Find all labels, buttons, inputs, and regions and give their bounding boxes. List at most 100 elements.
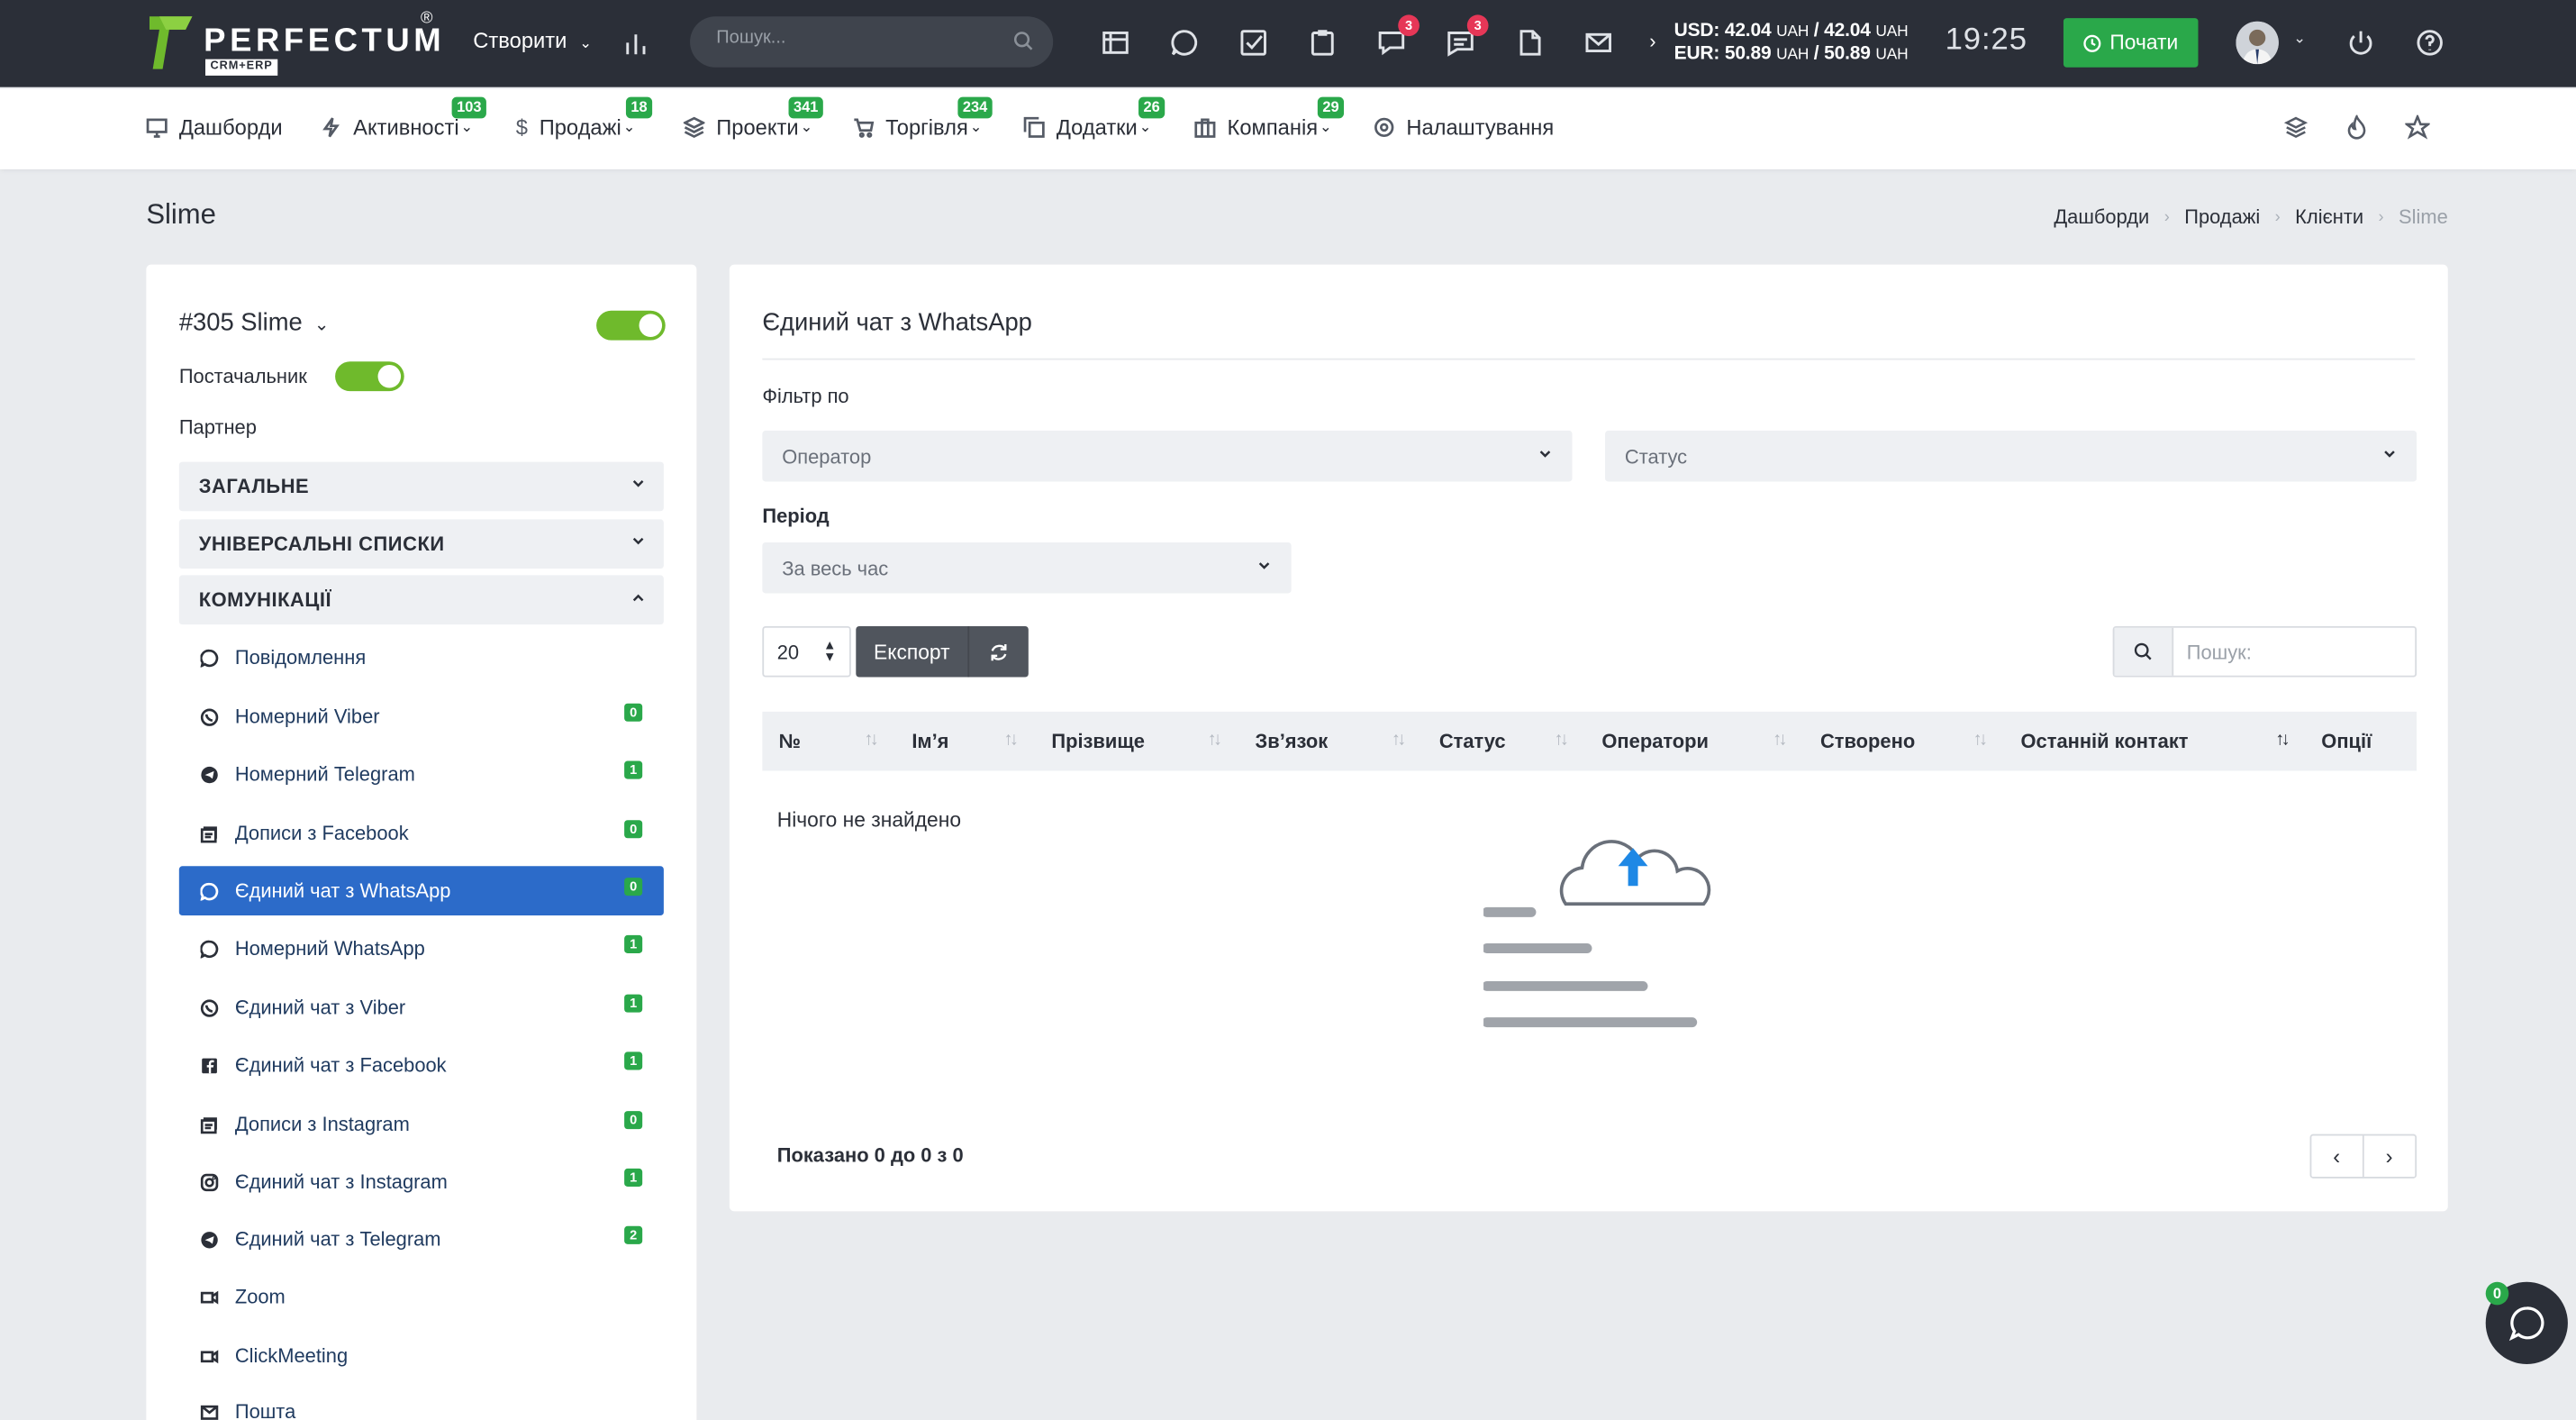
nav-item-settings[interactable]: Налаштування (1374, 115, 1554, 140)
chat-icon[interactable] (1166, 24, 1202, 60)
nav-item-projects[interactable]: Проекти ⌄ 341 (683, 96, 823, 141)
sidebar-item-telegram-chat[interactable]: Єдиний чат з Telegram 2 (179, 1215, 664, 1264)
operator-select[interactable]: Оператор (762, 430, 1573, 482)
sidebar-item-messages[interactable]: Повідомлення (179, 633, 664, 682)
sidebar-item-count: 0 (624, 1111, 643, 1130)
column-first-name[interactable]: Ім’я (912, 730, 948, 753)
sidebar-item-facebook-posts[interactable]: Дописи з Facebook 0 (179, 808, 664, 858)
discussions-icon[interactable]: 3 (1374, 14, 1420, 60)
client-active-toggle[interactable] (596, 310, 666, 341)
table-search-input[interactable] (2186, 641, 2400, 664)
period-select[interactable]: За весь час (762, 542, 1292, 594)
divider (762, 358, 2416, 360)
sort-icon[interactable]: ↑↓ (1973, 730, 1988, 750)
sidebar-item-clickmeeting[interactable]: ClickMeeting (179, 1332, 664, 1381)
refresh-icon[interactable] (969, 642, 1029, 661)
nav-label: Активності (353, 114, 459, 141)
logo[interactable]: PERFECTUM ® CRM+ERP (146, 10, 441, 76)
section-communications[interactable]: КОМУНІКАЦІЇ (178, 575, 664, 625)
next-page-icon[interactable]: › (2363, 1135, 2415, 1177)
mail-icon[interactable] (1581, 24, 1617, 60)
column-status[interactable]: Статус (1439, 730, 1506, 753)
create-dropdown[interactable]: Створити ⌄ (473, 28, 592, 52)
nav-item-trade[interactable]: Торгівля ⌄ 234 (853, 96, 993, 140)
sidebar-item-numbered-whatsapp[interactable]: Номерний WhatsApp 1 (179, 924, 664, 973)
sidebar-item-zoom[interactable]: Zoom (179, 1272, 664, 1322)
copy-icon (1023, 116, 1045, 138)
table-header: № ↑↓ Ім’я ↑↓ Прізвище ↑↓ Зв’язок ↑↓ Стат… (762, 711, 2417, 771)
sidebar-item-count: 1 (624, 994, 643, 1013)
breadcrumb-sales[interactable]: Продажі (2184, 205, 2260, 229)
nav-label: Проекти (716, 114, 799, 141)
document-icon[interactable] (1511, 24, 1547, 60)
star-icon[interactable] (2403, 113, 2432, 148)
clipboard-icon[interactable] (1304, 24, 1340, 60)
column-created[interactable]: Створено (1820, 730, 1915, 753)
section-general[interactable]: ЗАГАЛЬНЕ (178, 461, 664, 512)
page-size-select[interactable]: 20 ▲ ▼ (762, 625, 851, 678)
nav-badge: 341 (788, 96, 823, 119)
chevron-right-icon[interactable]: › (1649, 30, 1655, 53)
column-number[interactable]: № (779, 730, 801, 753)
sort-icon[interactable]: ↑↓ (1208, 730, 1222, 750)
cart-icon (854, 118, 875, 138)
sidebar-item-label: Єдиний чат з Telegram (234, 1227, 441, 1252)
start-timer-button[interactable]: Почати (2063, 18, 2199, 68)
help-icon[interactable] (2412, 24, 2448, 60)
breadcrumb-clients[interactable]: Клієнти (2295, 205, 2363, 229)
sidebar-item-numbered-viber[interactable]: Номерний Viber 0 (179, 692, 664, 742)
layers-toggle-icon[interactable] (2283, 115, 2308, 148)
power-icon[interactable] (2343, 24, 2379, 60)
sort-icon[interactable]: ↑↓ (1003, 730, 1018, 750)
messages-icon[interactable]: 3 (1442, 14, 1489, 60)
calendar-icon[interactable] (1097, 24, 1133, 60)
sidebar-item-count: 1 (624, 934, 643, 953)
column-last-name[interactable]: Прізвище (1051, 730, 1145, 753)
sidebar-item-label: ClickMeeting (234, 1344, 349, 1368)
chat-widget-button[interactable]: 0 (2485, 1281, 2568, 1365)
sidebar-item-viber-chat[interactable]: Єдиний чат з Viber 1 (179, 983, 664, 1033)
nav-item-sales[interactable]: $ Продажі ⌄ 18 (516, 96, 653, 140)
nav-item-addons[interactable]: Додатки ⌄ 26 (1023, 96, 1166, 140)
breadcrumb-dashboards[interactable]: Дашборди (2054, 205, 2149, 229)
nav-item-company[interactable]: Компанія ⌄ 29 (1194, 96, 1345, 140)
sort-icon[interactable]: ↑↓ (1555, 730, 1569, 750)
column-last-contact[interactable]: Останній контакт (2021, 730, 2189, 753)
user-menu-chevron-icon[interactable]: ⌄ (2293, 30, 2306, 48)
fire-icon[interactable] (2345, 114, 2369, 148)
global-search-input[interactable] (716, 28, 996, 48)
prev-page-icon[interactable]: ‹ (2311, 1135, 2363, 1178)
chevron-down-icon (2384, 451, 2395, 458)
bolt-icon (322, 117, 340, 138)
sidebar-item-label: Дописи з Facebook (234, 822, 409, 845)
column-operators[interactable]: Оператори (1601, 730, 1709, 753)
sidebar-item-instagram-chat[interactable]: Єдиний чат з Instagram 1 (179, 1157, 664, 1206)
logo-subtitle: CRM+ERP (205, 59, 278, 76)
section-universal-lists[interactable]: УНІВЕРСАЛЬНІ СПИСКИ (178, 519, 664, 569)
section-label: ЗАГАЛЬНЕ (198, 475, 310, 498)
sidebar-item-count: 0 (624, 878, 643, 897)
sidebar-item-facebook-chat[interactable]: Єдиний чат з Facebook 1 (179, 1041, 664, 1090)
sidebar-item-whatsapp-chat[interactable]: Єдиний чат з WhatsApp 0 (178, 866, 664, 916)
supplier-toggle[interactable] (335, 361, 404, 392)
sort-desc-icon[interactable]: ↑↓ (2275, 730, 2290, 750)
column-contact[interactable]: Зв’язок (1256, 730, 1329, 753)
sort-icon[interactable]: ↑↓ (1392, 730, 1406, 750)
sidebar-item-numbered-telegram[interactable]: Номерний Telegram 1 (179, 750, 664, 799)
nav-item-dashboards[interactable]: Дашборди (146, 115, 283, 140)
global-search[interactable] (690, 16, 1054, 68)
page-title: Slime (146, 198, 216, 231)
avatar[interactable] (2236, 21, 2279, 65)
client-title[interactable]: #305 Slime ⌄ (179, 309, 330, 337)
sort-icon[interactable]: ↑↓ (1773, 730, 1787, 750)
export-button[interactable]: Експорт (856, 640, 967, 663)
stats-icon[interactable] (618, 24, 654, 60)
chevron-down-icon: ⌄ (1138, 118, 1152, 135)
sidebar-item-instagram-posts[interactable]: Дописи з Instagram 0 (179, 1099, 664, 1149)
sort-icon[interactable]: ↑↓ (864, 730, 878, 750)
chevron-down-icon: ⌄ (460, 118, 474, 135)
status-select[interactable]: Статус (1605, 430, 2417, 482)
sidebar-item-mail[interactable]: Пошта (179, 1388, 664, 1420)
task-check-icon[interactable] (1236, 24, 1272, 60)
nav-item-activities[interactable]: Активності ⌄ 103 (321, 96, 486, 141)
